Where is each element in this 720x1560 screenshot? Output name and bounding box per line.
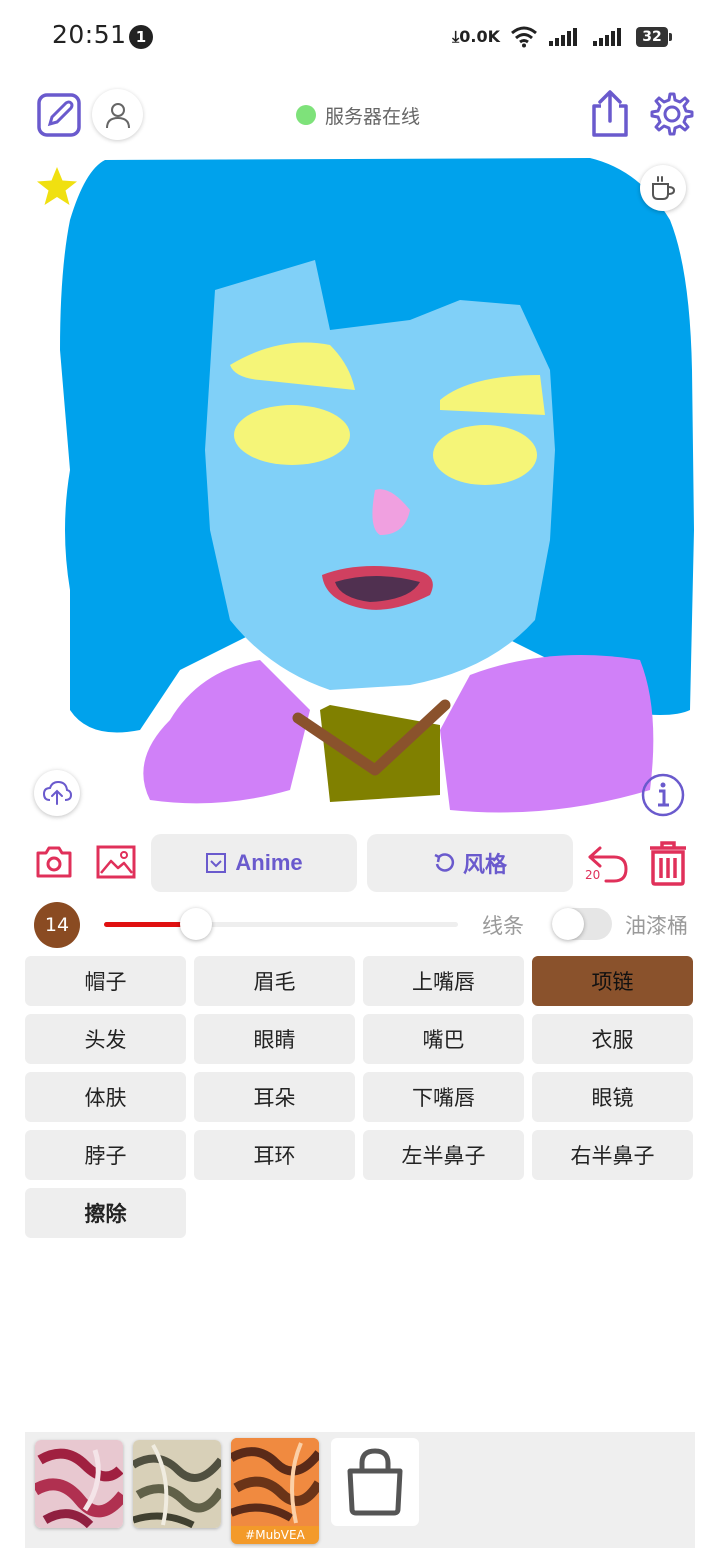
status-bar: 20:51 1 ⤓0.0K 32	[0, 0, 720, 72]
style-thumbnail-2[interactable]	[133, 1440, 221, 1528]
part-button[interactable]: 眼镜	[532, 1072, 693, 1122]
star-icon[interactable]	[34, 164, 80, 210]
style-thumbnail-1[interactable]	[35, 1440, 123, 1528]
clock: 20:51	[52, 20, 127, 49]
shopping-bag-icon[interactable]	[331, 1438, 419, 1526]
brush-size-slider[interactable]	[104, 908, 458, 940]
part-button[interactable]: 项链	[532, 956, 693, 1006]
thumbnail-caption: #MubVEA	[245, 1528, 305, 1542]
info-icon[interactable]	[640, 772, 686, 818]
fill-mode-toggle[interactable]	[552, 908, 612, 940]
line-mode-label: 线条	[482, 914, 524, 938]
style-model-dropdown[interactable]: Anime	[151, 834, 357, 892]
coffee-icon[interactable]	[640, 165, 686, 211]
part-button[interactable]: 眼睛	[194, 1014, 355, 1064]
network-speed-value: 0.0K	[459, 27, 500, 46]
part-button[interactable]: 帽子	[25, 956, 186, 1006]
style-thumbnail-tray: #MubVEA	[25, 1432, 695, 1548]
part-button[interactable]: 脖子	[25, 1130, 186, 1180]
dropdown-icon	[206, 853, 227, 873]
part-button[interactable]: 右半鼻子	[532, 1130, 693, 1180]
drawing-artwork	[60, 158, 694, 813]
wifi-icon	[511, 26, 537, 48]
cloud-upload-icon[interactable]	[34, 770, 80, 816]
part-button[interactable]: 体肤	[25, 1072, 186, 1122]
part-button[interactable]: 耳环	[194, 1130, 355, 1180]
settings-icon[interactable]	[648, 90, 696, 138]
undo-button[interactable]: 20	[584, 840, 632, 886]
part-button[interactable]: 下嘴唇	[363, 1072, 524, 1122]
part-button[interactable]: 嘴巴	[363, 1014, 524, 1064]
edit-icon[interactable]	[34, 90, 84, 140]
paint-bucket-label: 油漆桶	[625, 914, 688, 938]
status-dot	[296, 105, 316, 125]
style-thumbnail-3[interactable]: #MubVEA	[231, 1438, 319, 1544]
part-button[interactable]: 眉毛	[194, 956, 355, 1006]
toggle-knob	[552, 908, 584, 940]
server-status: 服务器在线	[296, 103, 421, 128]
user-icon[interactable]	[92, 89, 143, 140]
refresh-icon	[434, 853, 455, 872]
signal-icon	[549, 28, 577, 46]
part-button[interactable]: 耳朵	[194, 1072, 355, 1122]
signal-icon-2	[593, 28, 621, 46]
style-label: 风格	[462, 852, 507, 877]
brush-size-badge: 14	[34, 902, 80, 948]
camera-icon[interactable]	[34, 842, 74, 882]
image-icon[interactable]	[95, 842, 137, 882]
style-model-label: Anime	[235, 850, 303, 875]
network-speed: ⤓0.0K	[452, 27, 500, 47]
part-button[interactable]: 头发	[25, 1014, 186, 1064]
drawing-canvas[interactable]	[30, 150, 696, 828]
part-button[interactable]: 左半鼻子	[363, 1130, 524, 1180]
trash-icon[interactable]	[646, 840, 690, 886]
part-button[interactable]: 衣服	[532, 1014, 693, 1064]
undo-count: 20	[585, 868, 601, 882]
style-button[interactable]: 风格	[367, 834, 573, 892]
part-button[interactable]: 上嘴唇	[363, 956, 524, 1006]
battery-icon: 32	[636, 27, 672, 47]
status-icons: ⤓0.0K 32	[452, 23, 672, 51]
notification-badge: 1	[129, 25, 153, 49]
part-button[interactable]: 擦除	[25, 1188, 186, 1238]
server-status-text: 服务器在线	[325, 105, 421, 128]
share-icon[interactable]	[586, 88, 634, 140]
part-selector-grid: 帽子 眉毛 上嘴唇 项链头发 眼睛 嘴巴 衣服体肤 耳朵 下嘴唇 眼镜脖子 耳环 左半鼻子 右半鼻子擦除	[25, 956, 695, 1238]
slider-thumb[interactable]	[180, 908, 212, 940]
